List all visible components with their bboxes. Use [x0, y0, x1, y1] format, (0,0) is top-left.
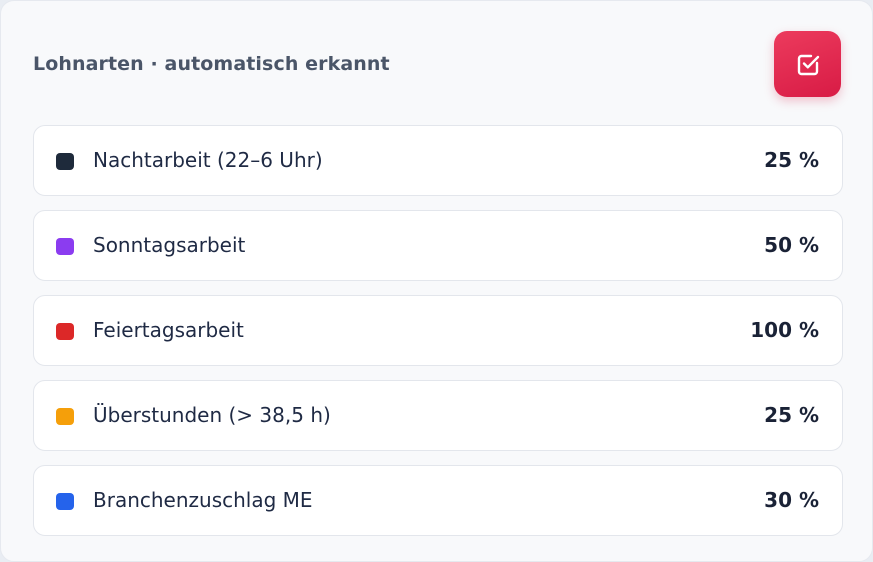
- wage-type-row-industry[interactable]: Branchenzuschlag ME 30 %: [33, 465, 843, 536]
- wage-type-row-night[interactable]: Nachtarbeit (22–6 Uhr) 25 %: [33, 125, 843, 196]
- wage-type-percent: 30 %: [764, 488, 819, 512]
- wage-type-label: Branchenzuschlag ME: [93, 488, 313, 512]
- wage-type-row-holiday[interactable]: Feiertagsarbeit 100 %: [33, 295, 843, 366]
- wage-type-percent: 100 %: [750, 318, 819, 342]
- wage-type-label: Feiertagsarbeit: [93, 318, 244, 342]
- wage-type-percent: 25 %: [764, 403, 819, 427]
- wage-type-list: Nachtarbeit (22–6 Uhr) 25 % Sonntagsarbe…: [33, 125, 843, 550]
- color-swatch: [56, 493, 74, 510]
- color-swatch: [56, 408, 74, 425]
- wage-type-percent: 50 %: [764, 233, 819, 257]
- wage-type-label: Überstunden (> 38,5 h): [93, 403, 331, 427]
- wage-type-row-sunday[interactable]: Sonntagsarbeit 50 %: [33, 210, 843, 281]
- card-title: Lohnarten · automatisch erkannt: [33, 53, 390, 75]
- color-swatch: [56, 153, 74, 170]
- wage-type-row-overtime[interactable]: Überstunden (> 38,5 h) 25 %: [33, 380, 843, 451]
- confirm-button[interactable]: [774, 31, 841, 97]
- color-swatch: [56, 238, 74, 255]
- wage-types-card: Lohnarten · automatisch erkannt Nachtarb…: [0, 0, 873, 562]
- wage-type-label: Sonntagsarbeit: [93, 233, 246, 257]
- wage-type-label: Nachtarbeit (22–6 Uhr): [93, 148, 323, 172]
- wage-type-percent: 25 %: [764, 148, 819, 172]
- color-swatch: [56, 323, 74, 340]
- checkbox-check-icon: [797, 54, 819, 76]
- card-header: Lohnarten · automatisch erkannt: [33, 31, 841, 97]
